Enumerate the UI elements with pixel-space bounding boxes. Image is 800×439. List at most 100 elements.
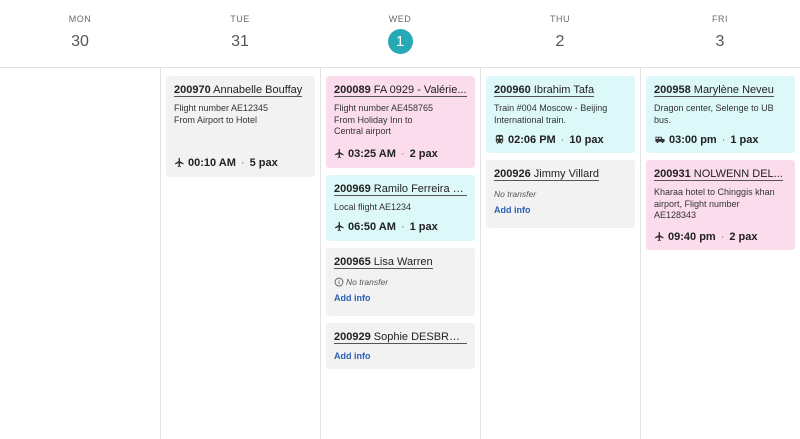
description-line: International train.	[494, 114, 567, 125]
train-icon	[495, 134, 504, 144]
description-line: airport, Flight number	[654, 198, 740, 209]
event-name: Ramilo Ferreira d...	[373, 183, 467, 195]
day-name: MON	[68, 14, 92, 24]
event-id: 200929	[334, 331, 371, 343]
event-time: 03:00 pm	[669, 134, 717, 146]
event-card[interactable]: 200926 Jimmy Villard No transfer Add inf…	[486, 160, 635, 228]
week-header: MON 30 TUE 31 WED 1 THU 2 FRI 3	[0, 0, 800, 68]
event-pax: 10 pax	[569, 134, 604, 146]
event-title[interactable]: 200970 Annabelle Bouffay	[174, 83, 307, 98]
event-title[interactable]: 200931 NOLWENN DEL...	[654, 167, 787, 182]
event-name: Sophie DESBREST	[373, 331, 467, 343]
event-name: NOLWENN DEL...	[693, 168, 783, 180]
event-title[interactable]: 200960 Ibrahim Tafa	[494, 83, 627, 98]
description-line: Dragon center, Selenge to UB	[654, 103, 774, 113]
event-meta: 02:06 PM · 10 pax	[494, 133, 604, 147]
info-icon	[334, 277, 344, 287]
description-line: Local flight AE1234	[334, 202, 412, 212]
event-card[interactable]: 200960 Ibrahim Tafa Train #004 Moscow - …	[486, 76, 635, 153]
event-description: Train #004 Moscow - Beijing Internationa…	[494, 103, 627, 126]
event-card[interactable]: 200969 Ramilo Ferreira d... Local flight…	[326, 175, 475, 241]
separator: ·	[721, 134, 726, 146]
airplane-icon	[334, 221, 344, 232]
day-number: 31	[231, 33, 249, 50]
add-info-link[interactable]: Add info	[334, 293, 371, 303]
event-id: 200969	[334, 183, 371, 195]
event-name: FA 0929 - Valérie...	[373, 84, 467, 96]
event-id: 200970	[174, 84, 211, 96]
column-divider	[640, 68, 641, 439]
add-info-link[interactable]: Add info	[334, 351, 371, 361]
day-header-mon[interactable]: MON 30	[0, 0, 160, 68]
event-id: 200931	[654, 168, 691, 180]
airplane-icon	[334, 148, 344, 159]
event-meta: 03:25 AM · 2 pax	[334, 147, 438, 161]
no-transfer-note: No transfer	[334, 277, 467, 288]
day-name: FRI	[712, 14, 728, 24]
no-transfer-text: No transfer	[494, 189, 537, 199]
event-time: 03:25 AM	[348, 148, 396, 160]
event-id: 200965	[334, 256, 371, 268]
event-description: Local flight AE1234	[334, 202, 467, 214]
event-id: 200960	[494, 84, 531, 96]
event-card[interactable]: 200970 Annabelle Bouffay Flight number A…	[166, 76, 315, 177]
day-number: 3	[715, 33, 725, 50]
event-name: Jimmy Villard	[533, 168, 599, 180]
description-line: AE128343	[654, 210, 697, 220]
event-card[interactable]: 200958 Marylène Neveu Dragon center, Sel…	[646, 76, 795, 153]
event-time: 09:40 pm	[668, 231, 716, 243]
day-number: 2	[555, 33, 565, 50]
description-line: Flight number AE458765	[334, 103, 434, 113]
event-title[interactable]: 200929 Sophie DESBREST	[334, 330, 467, 345]
event-time: 02:06 PM	[508, 134, 556, 146]
event-name: Ibrahim Tafa	[533, 84, 595, 96]
event-title[interactable]: 200089 FA 0929 - Valérie...	[334, 83, 467, 98]
event-meta: 00:10 AM · 5 pax	[174, 156, 278, 170]
column-divider	[480, 68, 481, 439]
event-description: Dragon center, Selenge to UB bus.	[654, 103, 787, 126]
event-description: Kharaa hotel to Chinggis khan airport, F…	[654, 187, 787, 222]
event-pax: 5 pax	[249, 157, 278, 169]
event-meta: 03:00 pm · 1 pax	[654, 133, 759, 147]
column-divider	[320, 68, 321, 439]
airplane-icon	[174, 157, 184, 168]
description-line: From Airport to Hotel	[174, 114, 258, 125]
day-header-tue[interactable]: TUE 31	[160, 0, 320, 68]
event-title[interactable]: 200969 Ramilo Ferreira d...	[334, 182, 467, 197]
event-card[interactable]: 200929 Sophie DESBREST Add info	[326, 323, 475, 369]
event-card[interactable]: 200089 FA 0929 - Valérie... Flight numbe…	[326, 76, 475, 168]
event-pax: 2 pax	[729, 231, 758, 243]
event-meta: 06:50 AM · 1 pax	[334, 220, 438, 234]
separator: ·	[400, 148, 405, 160]
description-line: From Holiday Inn to	[334, 114, 413, 125]
day-header-wed[interactable]: WED 1	[320, 0, 480, 68]
description-line: Central airport	[334, 126, 392, 136]
day-name: TUE	[230, 14, 250, 24]
event-meta: 09:40 pm · 2 pax	[654, 230, 758, 244]
today-badge: 1	[387, 29, 413, 54]
event-title[interactable]: 200926 Jimmy Villard	[494, 167, 627, 182]
event-card[interactable]: 200965 Lisa Warren No transfer Add info	[326, 248, 475, 316]
description-line: bus.	[654, 114, 672, 125]
event-card[interactable]: 200931 NOLWENN DEL... Kharaa hotel to Ch…	[646, 160, 795, 250]
day-header-fri[interactable]: FRI 3	[640, 0, 800, 68]
no-transfer-text: No transfer	[346, 277, 389, 287]
event-title[interactable]: 200958 Marylène Neveu	[654, 83, 787, 98]
event-pax: 1 pax	[730, 134, 759, 146]
description-line: Flight number AE12345	[174, 103, 269, 113]
add-info-link[interactable]: Add info	[494, 205, 531, 215]
separator: ·	[400, 221, 405, 233]
event-id: 200958	[654, 84, 691, 96]
event-id: 200089	[334, 84, 371, 96]
event-description: Flight number AE12345 From Airport to Ho…	[174, 103, 307, 126]
separator: ·	[560, 134, 565, 146]
event-name: Lisa Warren	[373, 256, 433, 268]
event-name: Marylène Neveu	[693, 84, 774, 96]
separator: ·	[720, 231, 725, 243]
event-description: Flight number AE458765 From Holiday Inn …	[334, 103, 467, 138]
event-title[interactable]: 200965 Lisa Warren	[334, 255, 467, 270]
column-divider	[160, 68, 161, 439]
day-header-thu[interactable]: THU 2	[480, 0, 640, 68]
event-pax: 2 pax	[409, 148, 438, 160]
day-number: 30	[71, 33, 89, 50]
